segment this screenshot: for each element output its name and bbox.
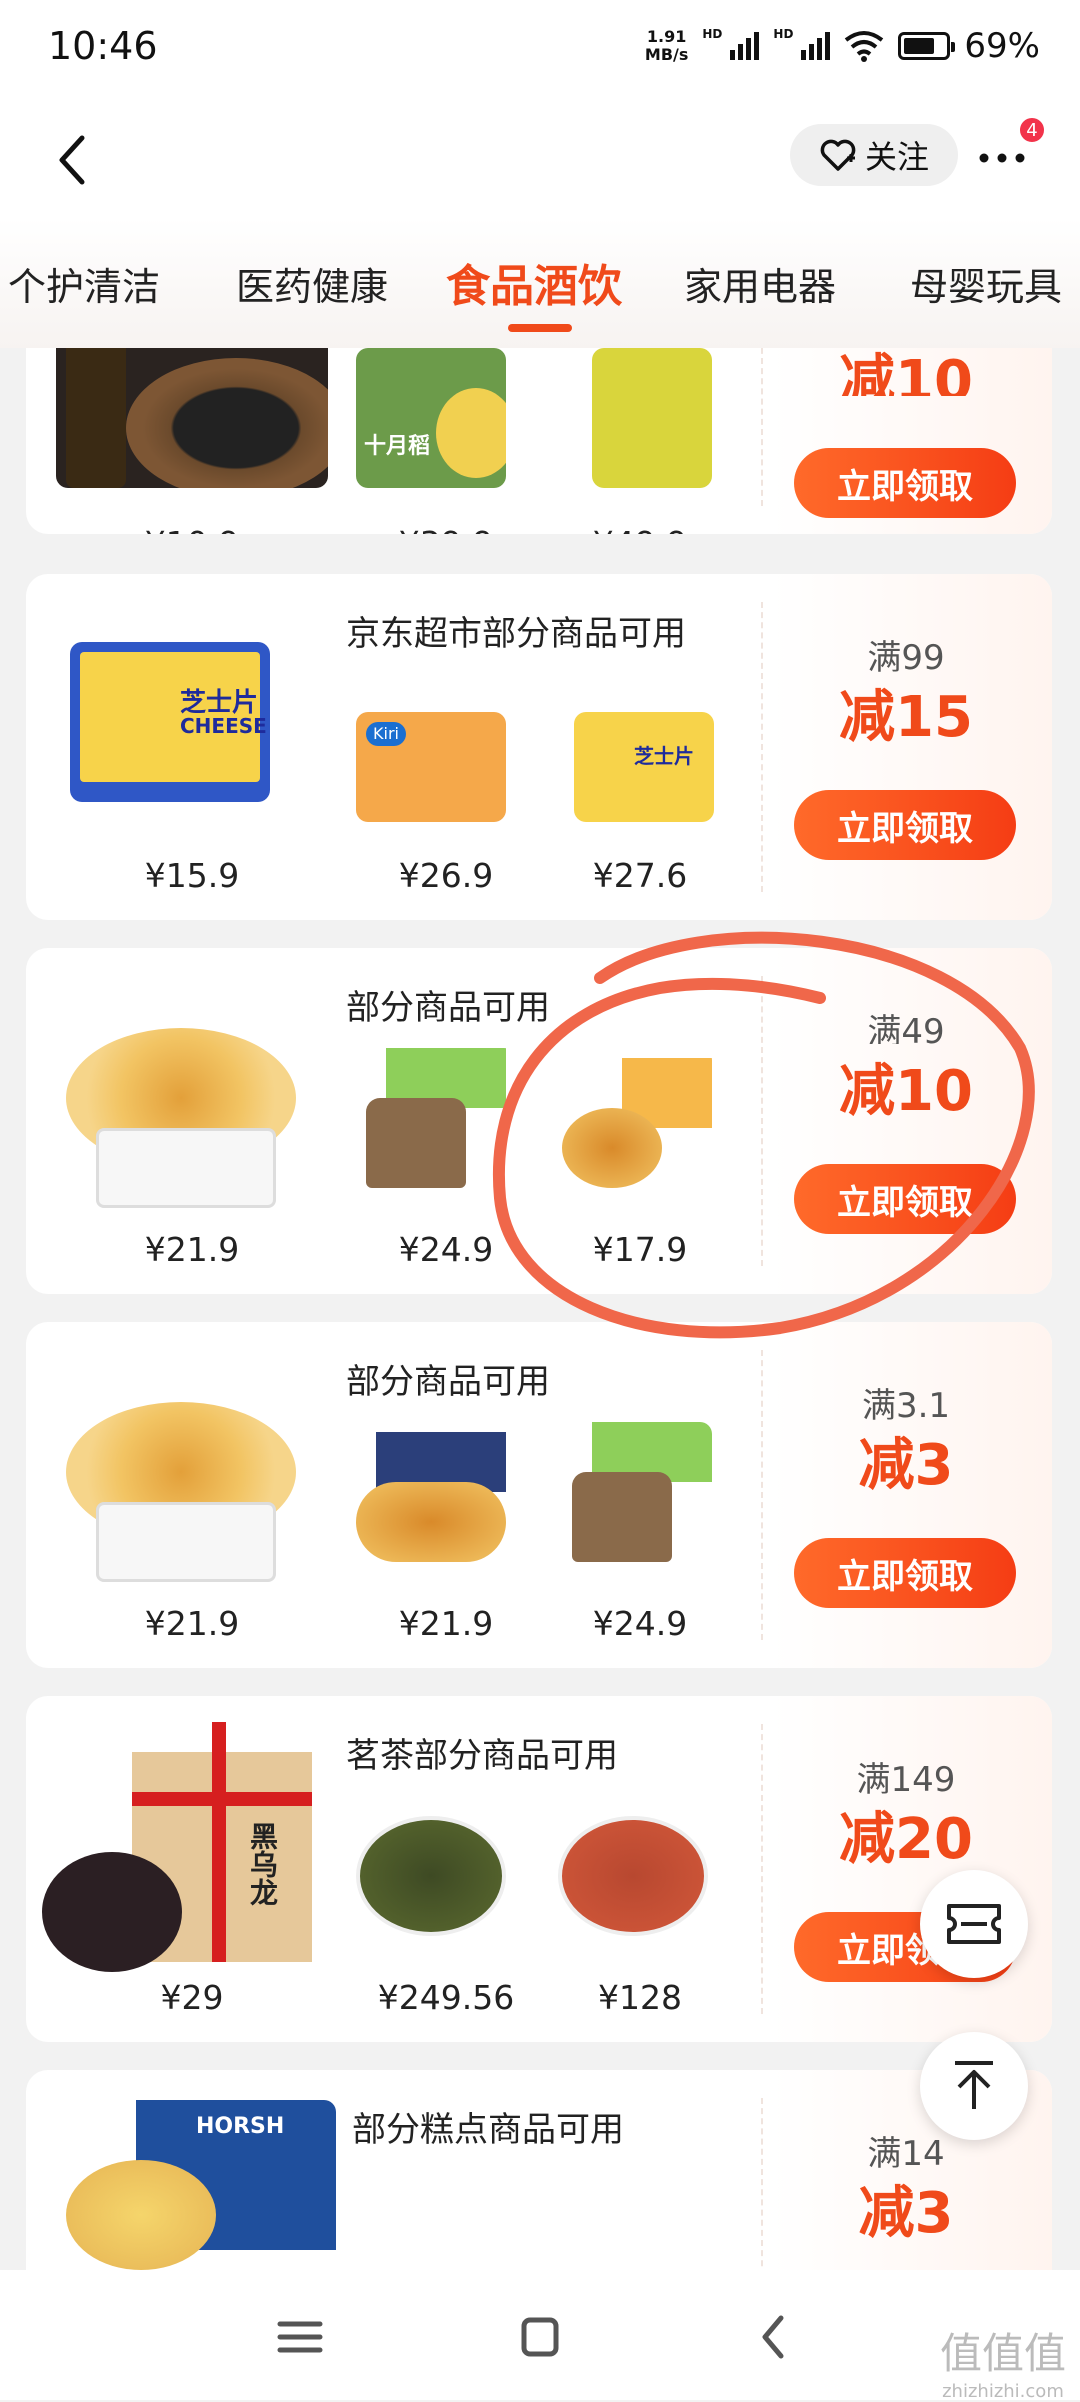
product-price: ¥21.9: [144, 1604, 240, 1643]
product-image-toast[interactable]: [552, 1422, 712, 1572]
notification-badge: 4: [1018, 116, 1046, 144]
claim-button[interactable]: 立即领取: [794, 448, 1016, 518]
signal-icon-2: [801, 32, 831, 60]
home-icon[interactable]: [510, 2312, 570, 2362]
product-image-cheese-2[interactable]: 芝士片: [574, 712, 714, 822]
arrow-up-icon: [955, 2061, 993, 2109]
product-price: ¥49.9: [550, 524, 730, 534]
product-image-rice[interactable]: 十月稻: [356, 348, 506, 488]
product-image-buns[interactable]: [346, 1422, 516, 1572]
back-to-top-button[interactable]: [920, 2032, 1028, 2140]
signal-icon: [730, 32, 760, 60]
product-image-bread-roll[interactable]: [56, 978, 328, 1218]
watermark: 值值值 zhizhizhi.com: [939, 2329, 1066, 2402]
back-nav-icon[interactable]: [745, 2312, 805, 2362]
menu-icon[interactable]: [270, 2312, 330, 2362]
tab-baby-toys[interactable]: 母婴玩具: [910, 256, 1062, 311]
coupon-card: 茗茶部分商品可用 黑乌龙 满149 减20 立即领取 ¥29 ¥249.56 ¥…: [26, 1696, 1052, 2042]
coupon-card: 京东超市部分商品可用 芝士片 CHEESE Kiri 芝士片 满99 减15 立…: [26, 574, 1052, 920]
product-price: ¥29: [160, 1978, 224, 2017]
hd-label-2: HD: [773, 27, 794, 41]
product-price: ¥26.9: [398, 856, 494, 895]
battery-percent: 69%: [964, 26, 1040, 66]
product-image-kiri[interactable]: Kiri: [356, 712, 506, 822]
coupon-float-button[interactable]: [920, 1870, 1028, 1978]
wifi-icon: [845, 31, 884, 62]
status-icons: 1.91 MB/s HD HD 69%: [645, 26, 1040, 66]
network-speed: 1.91 MB/s: [644, 27, 689, 64]
back-icon[interactable]: [48, 130, 98, 190]
claim-button[interactable]: 立即领取: [794, 790, 1016, 860]
status-bar: 10:46 1.91 MB/s HD HD 69%: [0, 0, 1080, 100]
top-bar: 关注 4: [0, 100, 1080, 218]
follow-button[interactable]: 关注: [790, 124, 958, 186]
tab-personal-care[interactable]: 个护清洁: [8, 256, 160, 311]
product-price: ¥21.9: [144, 1230, 240, 1269]
product-price: ¥10.9: [102, 524, 282, 534]
coupon-title: 京东超市部分商品可用: [346, 614, 686, 654]
product-image-pastry[interactable]: HORSH: [66, 2100, 336, 2270]
coupon-card: 部分糕点商品可用 HORSH 满14 减3: [26, 2070, 1052, 2270]
ticket-icon: [947, 1904, 1001, 1944]
heart-plus-icon: [820, 139, 856, 171]
coupon-title: 部分糕点商品可用: [352, 2110, 624, 2150]
product-price: ¥128: [598, 1978, 682, 2017]
system-nav-bar: [0, 2270, 1080, 2400]
product-image-bread-roll[interactable]: [56, 1352, 328, 1592]
product-price: ¥39.9: [356, 524, 536, 534]
product-image-tea-leaves[interactable]: [356, 1796, 506, 1946]
claim-button[interactable]: 立即领取: [794, 1538, 1016, 1608]
coupon-title: 茗茶部分商品可用: [346, 1736, 618, 1776]
hd-label: HD: [702, 27, 723, 41]
product-price: ¥27.6: [592, 856, 688, 895]
product-price: ¥249.56: [377, 1978, 515, 2017]
product-image-rice-bag[interactable]: [592, 348, 712, 488]
product-image-cheese[interactable]: 芝士片 CHEESE: [70, 642, 270, 802]
category-tabs: 个护清洁 医药健康 食品酒饮 家用电器 母婴玩具: [0, 218, 1080, 348]
coupon-card: 十月稻 减10 立即领取 ¥10.9 ¥39.9 ¥49.9: [26, 348, 1052, 534]
product-price: ¥15.9: [144, 856, 240, 895]
discount-amount: 减3: [858, 1433, 954, 1498]
coupon-list[interactable]: 十月稻 减10 立即领取 ¥10.9 ¥39.9 ¥49.9 京东超市部分商品可…: [0, 348, 1080, 2270]
annotation-circle: [492, 931, 1035, 1339]
discount-amount: 减20: [839, 1807, 973, 1872]
product-image-tea-cakes[interactable]: [558, 1796, 718, 1946]
status-time: 10:46: [48, 24, 158, 68]
battery-icon: [898, 32, 956, 60]
active-tab-indicator: [508, 324, 572, 332]
product-price: ¥24.9: [592, 1604, 688, 1643]
follow-label: 关注: [864, 138, 929, 176]
discount-amount: 减15: [839, 685, 973, 750]
discount-amount: 减3: [858, 2181, 954, 2246]
discount-amount: 减10: [839, 349, 973, 396]
product-price: ¥21.9: [398, 1604, 494, 1643]
tab-medicine-health[interactable]: 医药健康: [236, 256, 388, 311]
product-image-sesame[interactable]: [56, 348, 328, 488]
tab-home-appliances[interactable]: 家用电器: [684, 256, 836, 311]
tab-food-drinks[interactable]: 食品酒饮: [446, 250, 622, 314]
product-image-oolong-tea[interactable]: 黑乌龙: [42, 1722, 328, 1972]
